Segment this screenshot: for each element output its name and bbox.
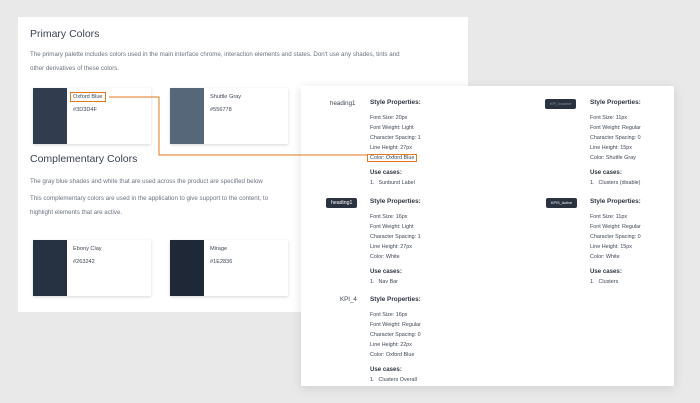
style-tag-kpi-inactive: KPI_Inactive <box>545 99 577 109</box>
style-label-kpi-4: KPI_4 <box>340 296 357 303</box>
style-tag-heading1-dark: heading1 <box>326 198 358 208</box>
swatch-hex: #556778 <box>210 107 232 113</box>
style-prop: Font Size: 11px <box>590 115 628 121</box>
primary-description-line2: other derivatives of these colors. <box>30 65 120 72</box>
style-prop: Line Height: 27px <box>370 244 412 250</box>
style-block-kpi-4: Style Properties: Font Size: 16px Font W… <box>370 295 470 385</box>
style-prop: Character Spacing: 1 <box>370 135 421 141</box>
swatch-name: Mirage <box>210 246 228 252</box>
swatch-name: Ebony Clay <box>73 246 102 252</box>
use-cases-heading: Use cases: <box>370 366 402 373</box>
primary-colors-title: Primary Colors <box>30 28 100 40</box>
style-prop: Line Height: 22px <box>370 342 412 348</box>
color-swatch <box>170 88 204 144</box>
style-prop: Line Height: 15px <box>590 244 632 250</box>
style-prop: Color: White <box>590 254 620 260</box>
swatch-card-mirage: Mirage #1E2836 <box>170 240 288 296</box>
swatch-hex: #1E2836 <box>210 259 233 265</box>
style-prop: Character Spacing: 0 <box>370 332 421 338</box>
style-properties-heading: Style Properties: <box>590 198 641 205</box>
style-prop: Color: White <box>370 254 400 260</box>
complementary-description-line3: highlight elements that are active. <box>30 209 123 216</box>
use-cases-heading: Use cases: <box>370 169 402 176</box>
color-swatch <box>170 240 204 296</box>
complementary-description-line1: The gray blue shades and white that are … <box>30 178 263 185</box>
style-properties-heading: Style Properties: <box>370 296 421 303</box>
style-prop: Font Weight: Regular <box>590 125 641 131</box>
primary-description-line1: The primary palette includes colors used… <box>30 51 400 58</box>
style-prop: Font Weight: Regular <box>590 224 641 230</box>
style-prop: Line Height: 15px <box>590 145 632 151</box>
complementary-description-line2: This complementary colors are used in th… <box>30 195 269 202</box>
swatch-card-oxford-blue: Oxford Blue #3D3D4F <box>33 88 151 144</box>
style-block-heading1: Style Properties: Font Size: 20px Font W… <box>367 98 470 188</box>
style-properties-heading: Style Properties: <box>590 99 641 106</box>
use-cases-heading: Use cases: <box>370 268 402 275</box>
style-block-heading1-dark: Style Properties: Font Size: 16px Font W… <box>370 197 470 287</box>
style-prop: Character Spacing: 0 <box>590 135 641 141</box>
use-case-item: 1. Nav Bar <box>370 279 398 285</box>
style-prop: Font Weight: Regular <box>370 322 421 328</box>
style-prop: Character Spacing: 1 <box>370 234 421 240</box>
style-prop: Font Weight: Light <box>370 125 414 131</box>
use-case-item: 1. Clusters Overall <box>370 377 417 383</box>
swatch-card-ebony-clay: Ebony Clay #263242 <box>33 240 151 296</box>
style-prop: Font Size: 11px <box>590 214 628 220</box>
style-prop: Font Size: 16px <box>370 214 408 220</box>
use-cases-heading: Use cases: <box>590 268 622 275</box>
style-prop: Font Size: 20px <box>370 115 408 121</box>
swatch-name: Shuttle Gray <box>210 94 242 100</box>
swatch-hex: #263242 <box>73 259 95 265</box>
use-case-item: 1. Clusters <box>590 279 619 285</box>
use-cases-heading: Use cases: <box>590 169 622 176</box>
style-label-heading1: heading1 <box>330 100 356 107</box>
style-properties-heading: Style Properties: <box>370 99 421 106</box>
style-properties-heading: Style Properties: <box>370 198 421 205</box>
style-prop: Color: Shuttle Gray <box>590 155 636 161</box>
style-block-kpi-inactive: Style Properties: Font Size: 11px Font W… <box>590 98 690 188</box>
style-prop-highlighted: Color: Oxford Blue <box>367 154 418 162</box>
style-prop: Line Height: 27px <box>370 145 412 151</box>
swatch-hex: #3D3D4F <box>73 107 97 113</box>
use-case-item: 1. Clusters (disable) <box>590 180 641 186</box>
style-prop: Font Weight: Light <box>370 224 414 230</box>
use-case-item: 1. Sunburst Label <box>370 180 415 186</box>
style-tag-kpi-active: KPIS_Active <box>546 198 578 208</box>
style-prop: Character Spacing: 0 <box>590 234 641 240</box>
style-prop: Color: Oxford Blue <box>370 352 415 358</box>
swatch-name-highlighted: Oxford Blue <box>70 92 106 102</box>
complementary-colors-title: Complementary Colors <box>30 153 138 165</box>
color-swatch <box>33 240 67 296</box>
swatch-card-shuttle-gray: Shuttle Gray #556778 <box>170 88 288 144</box>
color-swatch <box>33 88 67 144</box>
style-prop: Font Size: 16px <box>370 312 408 318</box>
style-block-kpi-active: Style Properties: Font Size: 11px Font W… <box>590 197 690 287</box>
